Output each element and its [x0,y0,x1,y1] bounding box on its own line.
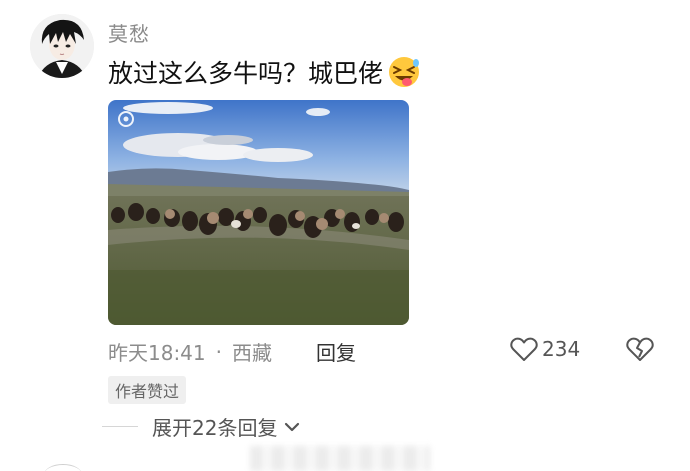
broken-heart-icon [626,337,654,361]
heart-icon [510,337,538,361]
reply-button[interactable]: 回复 [316,337,356,366]
avatar[interactable] [30,14,94,78]
author-liked-badge: 作者赞过 [108,376,187,404]
chevron-down-icon [285,422,300,431]
comment-item: 莫愁 放过这么多牛吗？城巴佬 昨天18:41 · 西藏 回复 234 作者赞过 … [0,0,690,471]
comment-text: 放过这么多牛吗？城巴佬 [108,59,384,88]
divider-line [102,426,138,427]
next-comment-preview [250,446,430,471]
expand-replies-button[interactable]: 展开22条回复 [102,412,301,441]
expand-replies-label: 展开22条回复 [152,416,278,440]
comment-meta: 昨天18:41 · 西藏 [108,337,272,366]
meta-separator: · [215,339,222,364]
next-comment-avatar [44,464,82,471]
comment-text-row: 放过这么多牛吗？城巴佬 [108,54,423,90]
comment-photo[interactable] [108,100,409,325]
comment-time: 昨天18:41 [108,341,206,365]
squinting-tongue-face-emoji-icon [385,55,423,89]
like-button[interactable]: 234 [510,336,580,362]
username[interactable]: 莫愁 [108,18,150,47]
dislike-button[interactable] [625,336,655,366]
comment-location: 西藏 [232,341,272,365]
like-count: 234 [542,337,581,361]
